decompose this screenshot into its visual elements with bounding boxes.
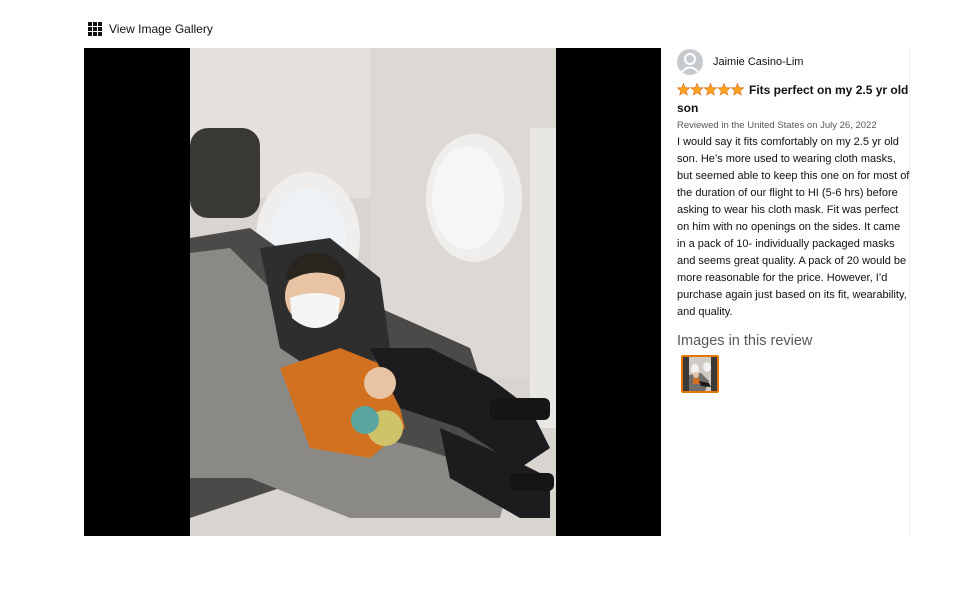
star-icon bbox=[677, 83, 691, 96]
review-title-row: Fits perfect on my 2.5 yr old son bbox=[677, 81, 910, 117]
avatar[interactable] bbox=[677, 49, 703, 75]
review-image-thumbnail[interactable] bbox=[681, 355, 719, 393]
star-icon bbox=[689, 83, 705, 96]
images-in-review-heading: Images in this review bbox=[677, 333, 813, 349]
thumbnail-image bbox=[683, 357, 717, 391]
user-icon bbox=[680, 53, 700, 74]
reviewer-name[interactable]: Jaimie Casino-Lim bbox=[713, 56, 803, 68]
grid-icon bbox=[88, 22, 102, 36]
view-image-gallery-link[interactable]: View Image Gallery bbox=[88, 22, 213, 36]
review-body: I would say it fits comfortably on my 2.… bbox=[677, 136, 910, 318]
reviewer-row: Jaimie Casino-Lim bbox=[677, 49, 909, 75]
view-image-gallery-label: View Image Gallery bbox=[109, 22, 213, 36]
star-icon bbox=[730, 83, 745, 96]
review-image-viewer bbox=[84, 48, 661, 536]
star-rating-icon bbox=[677, 83, 745, 96]
review-photo[interactable] bbox=[190, 48, 556, 536]
review-date: Reviewed in the United States on July 26… bbox=[677, 120, 877, 131]
star-icon bbox=[703, 83, 718, 96]
star-rating[interactable] bbox=[677, 83, 745, 96]
review-panel: Jaimie Casino-Lim Fits perfect on my 2.5… bbox=[662, 48, 910, 536]
star-icon bbox=[716, 83, 732, 96]
